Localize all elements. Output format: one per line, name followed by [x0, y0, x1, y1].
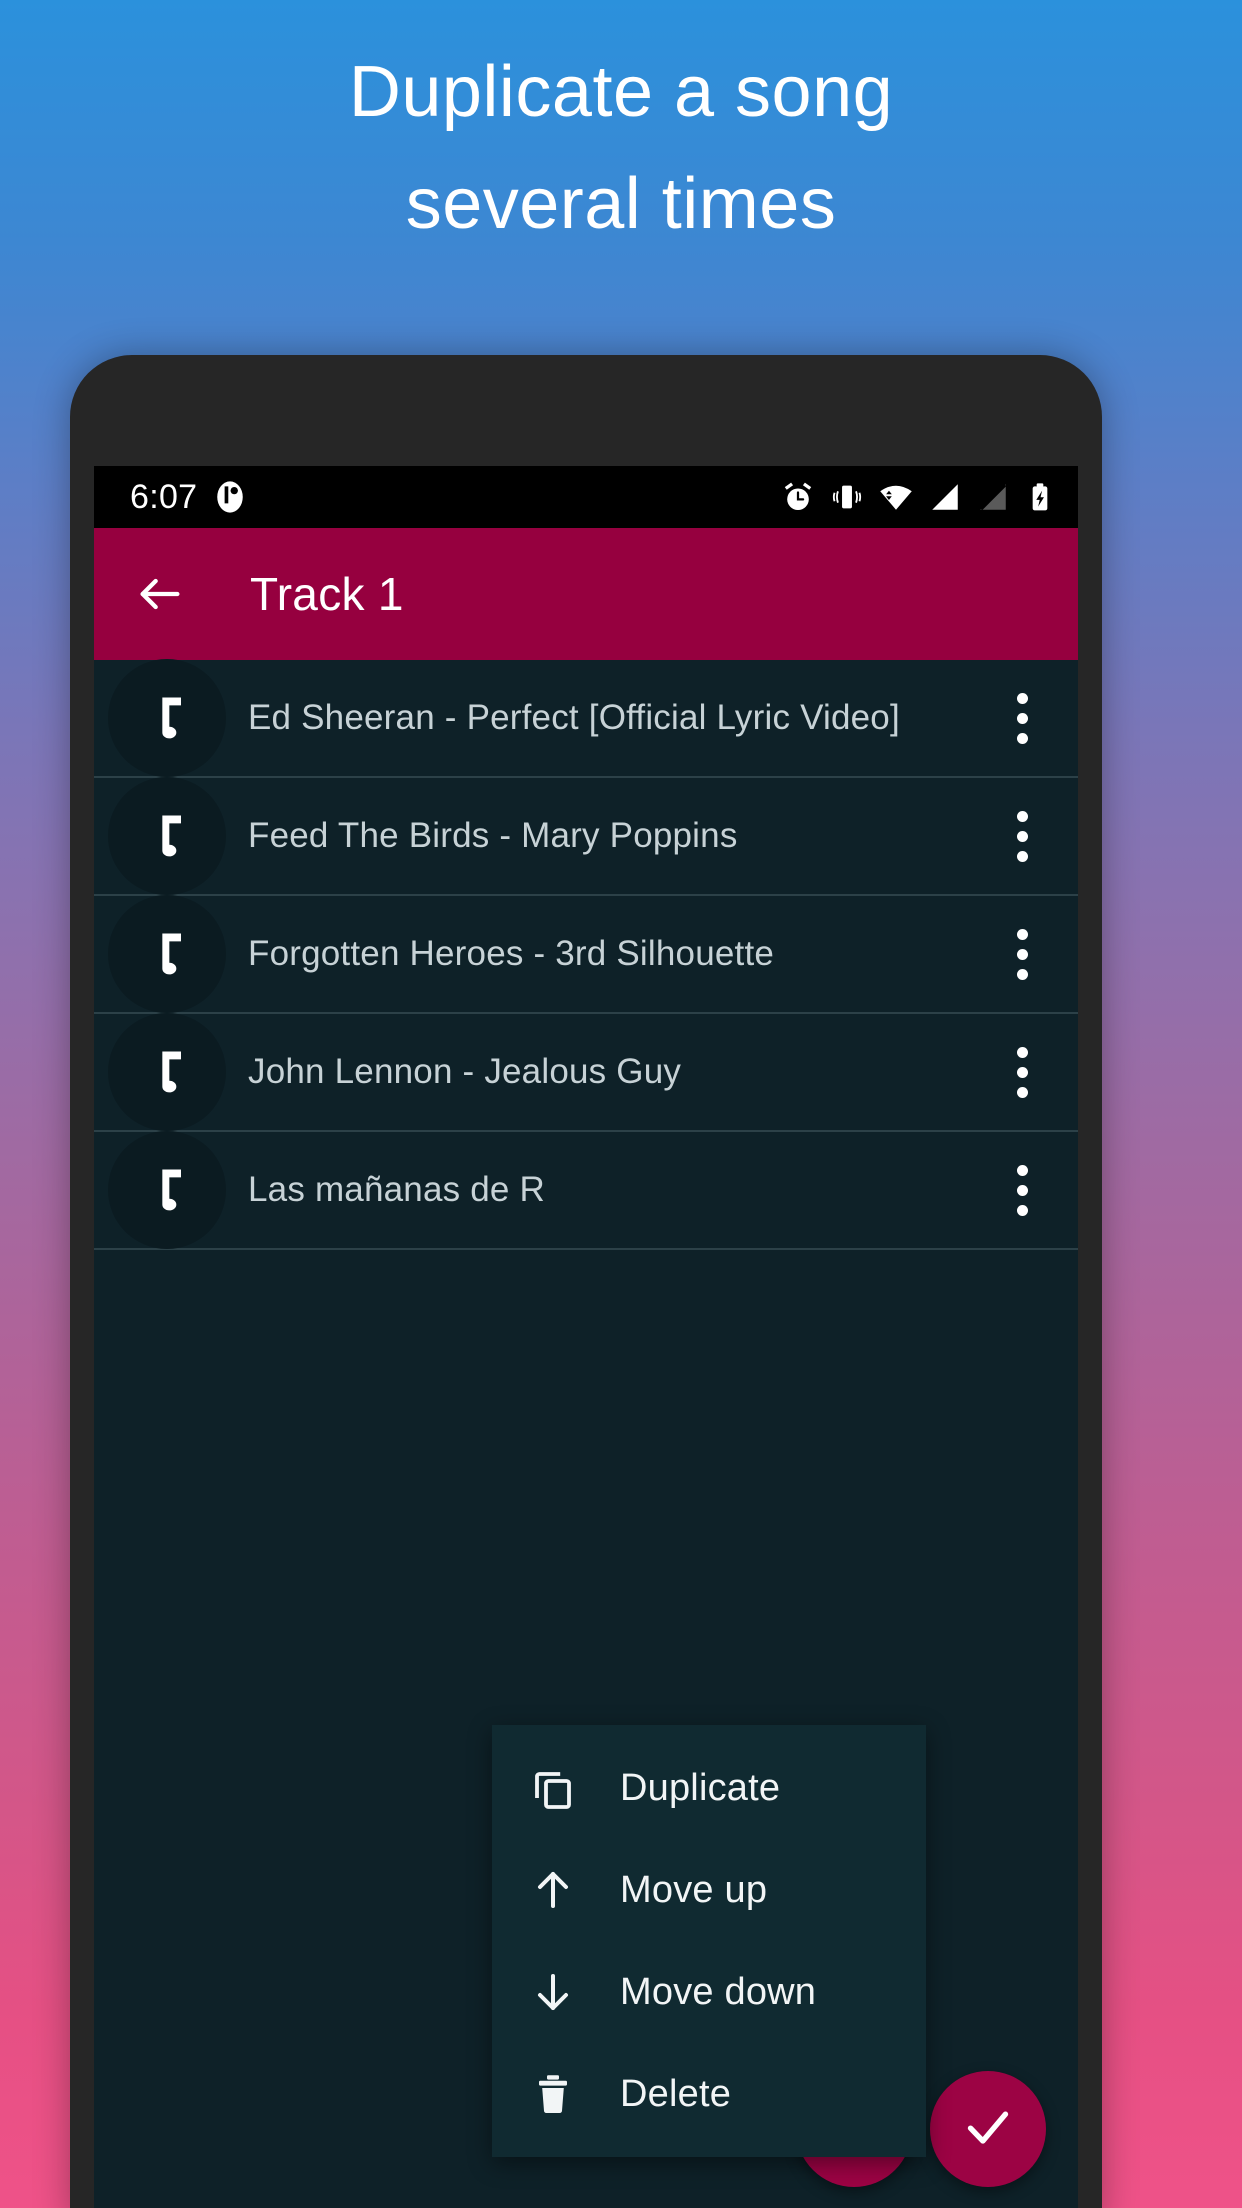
alarm-icon: [780, 479, 816, 515]
app-notification-icon: [213, 480, 247, 514]
list-item[interactable]: John Lennon - Jealous Guy: [94, 1013, 1078, 1132]
song-title: John Lennon - Jealous Guy: [248, 1052, 682, 1091]
trash-icon: [526, 2067, 580, 2121]
status-right-icons: [780, 479, 1056, 515]
menu-item-delete[interactable]: Delete: [492, 2043, 926, 2145]
song-title: Forgotten Heroes - 3rd Silhouette: [248, 934, 775, 973]
duplicate-icon: [526, 1761, 580, 1815]
cellular-signal-icon: [928, 480, 962, 514]
status-time: 6:07: [130, 477, 198, 516]
menu-item-label: Move up: [620, 1868, 768, 1911]
menu-item-label: Delete: [620, 2072, 732, 2115]
confirm-fab[interactable]: [930, 2071, 1046, 2187]
menu-item-duplicate[interactable]: Duplicate: [492, 1737, 926, 1839]
back-arrow-icon[interactable]: [130, 564, 190, 624]
battery-charging-icon: [1024, 481, 1056, 513]
music-note-icon: [108, 1013, 226, 1131]
vibrate-icon: [830, 480, 864, 514]
list-item[interactable]: Las mañanas de R: [94, 1131, 1078, 1250]
music-note-icon: [108, 1131, 226, 1249]
wifi-icon: [878, 479, 914, 515]
phone-screen: 6:07 Track 1 Ed Sheeran - Perfect [Offic…: [94, 466, 1078, 2208]
menu-item-move-down[interactable]: Move down: [492, 1941, 926, 2043]
status-left-icons: [213, 480, 247, 514]
phone-device-frame: 6:07 Track 1 Ed Sheeran - Perfect [Offic…: [70, 355, 1102, 2208]
app-bar: Track 1: [94, 528, 1078, 660]
list-item[interactable]: Forgotten Heroes - 3rd Silhouette: [94, 895, 1078, 1014]
list-item[interactable]: Ed Sheeran - Perfect [Official Lyric Vid…: [94, 659, 1078, 778]
app-bar-title: Track 1: [250, 568, 404, 620]
context-menu: Duplicate Move up Move down Delete: [492, 1725, 926, 2157]
promo-screenshot: Duplicate a song several times 6:07 Trac…: [0, 0, 1242, 2208]
more-vertical-icon[interactable]: [994, 1036, 1050, 1108]
arrow-down-icon: [526, 1965, 580, 2019]
arrow-up-icon: [526, 1863, 580, 1917]
menu-item-label: Move down: [620, 1970, 817, 2013]
more-vertical-icon[interactable]: [994, 918, 1050, 990]
page-title: Duplicate a song several times: [348, 52, 894, 244]
music-note-icon: [108, 659, 226, 777]
check-icon: [960, 2099, 1016, 2160]
more-vertical-icon[interactable]: [994, 682, 1050, 754]
list-item[interactable]: Feed The Birds - Mary Poppins: [94, 777, 1078, 896]
song-title: Ed Sheeran - Perfect [Official Lyric Vid…: [248, 698, 900, 737]
menu-item-label: Duplicate: [620, 1766, 781, 1809]
status-bar: 6:07: [94, 466, 1078, 528]
cellular-off-icon: [976, 480, 1010, 514]
more-vertical-icon[interactable]: [994, 800, 1050, 872]
song-list: Ed Sheeran - Perfect [Official Lyric Vid…: [94, 659, 1078, 1250]
music-note-icon: [108, 777, 226, 895]
menu-item-move-up[interactable]: Move up: [492, 1839, 926, 1941]
more-vertical-icon[interactable]: [994, 1154, 1050, 1226]
music-note-icon: [108, 895, 226, 1013]
song-title: Las mañanas de R: [248, 1170, 545, 1209]
song-title: Feed The Birds - Mary Poppins: [248, 816, 738, 855]
